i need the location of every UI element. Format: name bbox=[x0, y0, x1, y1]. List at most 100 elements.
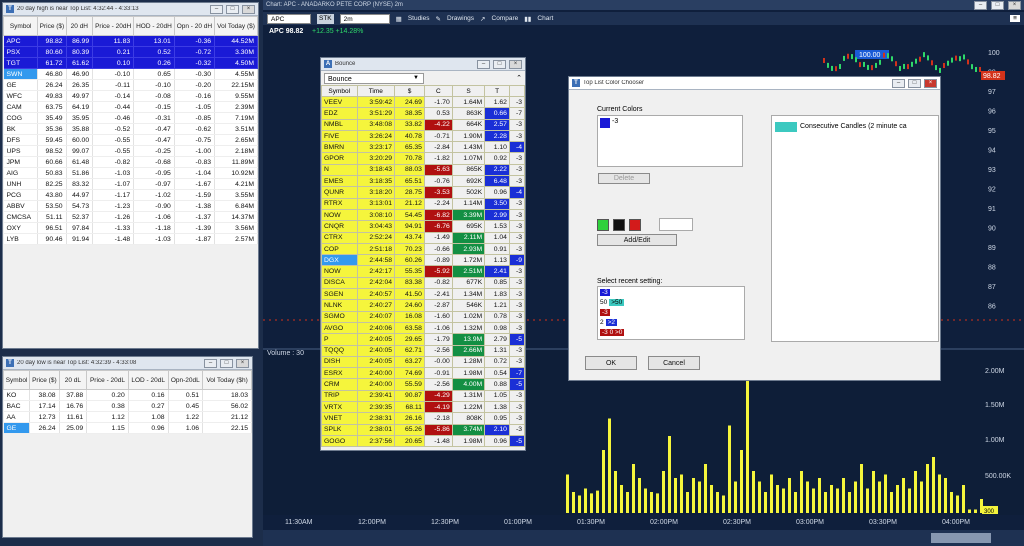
table-row[interactable]: KO 38.08 37.88 0.20 0.16 0.51 18.03 bbox=[3, 389, 252, 401]
table-row[interactable]: NMBL 3:48:08 33.82 -4.22 664K 2.57 -3 bbox=[321, 118, 525, 131]
ok-button[interactable]: OK bbox=[585, 356, 637, 370]
table-row[interactable]: BAC 17.14 16.76 0.38 0.27 0.45 56.02 bbox=[3, 400, 252, 412]
maximize-button[interactable]: □ bbox=[908, 78, 921, 88]
cancel-button[interactable]: Cancel bbox=[648, 356, 700, 370]
table-row[interactable]: LYB 90.46 91.94 -1.48 -1.03 -1.87 2.57M bbox=[3, 233, 258, 245]
table-row[interactable]: FIVE 3:26:24 40.78 -0.71 1.90M 2.28 -3 bbox=[321, 129, 525, 143]
table-row[interactable]: SWN 46.80 46.90 -0.10 0.65 -0.30 4.55M bbox=[3, 68, 258, 80]
table-row[interactable]: P 2:40:05 29.65 -1.79 13.9M 2.79 -5 bbox=[321, 333, 525, 346]
close-button[interactable]: × bbox=[242, 4, 255, 14]
table-row[interactable]: DGX 2:44:58 60.26 -0.89 1.72M 1.13 -9 bbox=[321, 254, 525, 267]
table-row[interactable]: NOW 2:42:17 55.35 -5.92 2.51M 2.41 -3 bbox=[321, 265, 525, 278]
table-row[interactable]: VRTX 2:39:35 68.11 -4.19 1.22M 1.38 -3 bbox=[321, 401, 525, 414]
table-row[interactable]: PSX 80.60 80.39 0.21 0.52 -0.72 3.30M bbox=[3, 46, 258, 58]
delete-button[interactable]: Delete bbox=[598, 173, 650, 184]
bounce-titlebar[interactable]: A Bounce – □ × bbox=[321, 58, 525, 71]
column-header[interactable]: T bbox=[484, 85, 510, 97]
high-list-titlebar[interactable]: T 20 day high is near Top List: 4:32:44 … bbox=[3, 3, 258, 16]
column-header[interactable]: Vol Today ($h) bbox=[202, 370, 252, 390]
table-row[interactable]: CNQR 3:04:43 94.91 -6.76 695K 1.53 -3 bbox=[321, 220, 525, 233]
table-row[interactable]: NOW 3:08:10 54.45 -6.82 3.39M 2.99 -3 bbox=[321, 208, 525, 222]
table-row[interactable]: AA 12.73 11.61 1.12 1.08 1.22 21.12 bbox=[3, 411, 252, 423]
table-row[interactable]: DFS 59.45 60.00 -0.55 -0.47 -0.75 2.65M bbox=[3, 134, 258, 146]
alt-color-swatch[interactable] bbox=[629, 219, 641, 231]
table-row[interactable]: SGEN 2:40:57 41.50 -2.41 1.34M 1.83 -3 bbox=[321, 288, 525, 301]
recent-setting-item[interactable]: 50 >50 bbox=[598, 297, 744, 307]
table-row[interactable]: WFC 49.83 49.97 -0.14 -0.08 -0.16 9.55M bbox=[3, 90, 258, 102]
table-row[interactable]: GOGO 2:37:56 20.65 -1.48 1.98M 0.96 -5 bbox=[321, 434, 525, 448]
table-row[interactable]: BK 35.36 35.88 -0.52 -0.47 -0.62 3.51M bbox=[3, 123, 258, 135]
table-row[interactable]: VNET 2:38:31 26.16 -2.18 808K 0.95 -3 bbox=[321, 412, 525, 425]
recent-setting-item[interactable]: -3 0 >0 bbox=[598, 327, 744, 337]
collapse-icon[interactable]: ⌃ bbox=[516, 74, 522, 82]
recent-settings-list[interactable]: -3 50 >50 -3 2 >2 -3 0 >0 bbox=[597, 286, 745, 340]
bg-color-swatch[interactable] bbox=[613, 219, 625, 231]
table-row[interactable]: CTRX 2:52:24 43.74 -1.49 2.11M 1.04 -3 bbox=[321, 231, 525, 244]
column-header[interactable]: Symbol bbox=[321, 85, 358, 97]
table-row[interactable]: COP 2:51:18 70.23 -0.66 2.93M 0.91 -3 bbox=[321, 242, 525, 256]
table-row[interactable]: DISH 2:40:05 63.27 -0.00 1.28M 0.72 -3 bbox=[321, 355, 525, 369]
table-row[interactable]: DISCA 2:42:04 83.38 -0.82 677K 0.85 -3 bbox=[321, 276, 525, 290]
recent-setting-item[interactable]: -3 bbox=[598, 307, 744, 317]
table-row[interactable]: GPOR 3:20:29 70.78 -1.82 1.07M 0.92 -3 bbox=[321, 152, 525, 165]
minimize-button[interactable]: – bbox=[204, 358, 217, 368]
table-row[interactable]: OXY 96.51 97.84 -1.33 -1.18 -1.39 3.56M bbox=[3, 222, 258, 234]
table-row[interactable]: GE 26.24 26.35 -0.11 -0.10 -0.20 22.15M bbox=[3, 79, 258, 91]
text-color-swatch[interactable] bbox=[597, 219, 609, 231]
column-header[interactable]: Price ($) bbox=[29, 370, 60, 390]
table-row[interactable]: UPS 98.52 99.07 -0.55 -0.25 -1.00 2.18M bbox=[3, 145, 258, 157]
maximize-button[interactable]: □ bbox=[226, 4, 239, 14]
recent-setting-item[interactable]: 2 >2 bbox=[598, 317, 744, 327]
table-row[interactable]: EDZ 3:51:29 38.35 0.53 863K 0.66 -7 bbox=[321, 107, 525, 120]
column-header[interactable]: Opn-20dL bbox=[167, 370, 204, 390]
maximize-button[interactable]: □ bbox=[220, 358, 233, 368]
recent-setting-item[interactable]: -3 bbox=[598, 287, 744, 297]
current-color-swatch[interactable] bbox=[600, 118, 610, 128]
column-header[interactable]: C bbox=[423, 85, 453, 97]
threshold-input[interactable] bbox=[659, 218, 693, 231]
table-row[interactable]: BMRN 3:23:17 65.35 -2.84 1.43M 1.10 -4 bbox=[321, 141, 525, 154]
minimize-button[interactable]: – bbox=[477, 59, 490, 69]
table-row[interactable]: GE 26.24 25.09 1.15 0.96 1.06 22.15 bbox=[3, 422, 252, 434]
table-row[interactable]: TGT 61.72 61.62 0.10 0.26 -0.32 4.50M bbox=[3, 57, 258, 69]
table-row[interactable]: ESRX 2:40:00 74.69 -0.91 1.98M 0.54 -7 bbox=[321, 367, 525, 380]
dialog-titlebar[interactable]: T Top List Color Chooser – □ × bbox=[569, 77, 940, 90]
column-header[interactable]: Time bbox=[356, 85, 396, 97]
table-row[interactable]: TQQQ 2:40:05 62.71 -2.56 2.66M 1.31 -3 bbox=[321, 344, 525, 357]
column-header[interactable] bbox=[508, 85, 525, 97]
table-row[interactable]: CMCSA 51.11 52.37 -1.26 -1.06 -1.37 14.37M bbox=[3, 211, 258, 223]
column-header[interactable]: Symbol bbox=[3, 16, 39, 36]
table-row[interactable]: COG 35.49 35.95 -0.46 -0.31 -0.85 7.19M bbox=[3, 112, 258, 124]
table-row[interactable]: SGMO 2:40:07 16.08 -1.60 1.02M 0.78 -3 bbox=[321, 310, 525, 323]
column-header[interactable]: Opn - 20 dH bbox=[173, 16, 216, 36]
column-header[interactable]: LOD - 20dL bbox=[127, 370, 169, 390]
current-colors-list[interactable]: -3 bbox=[597, 115, 743, 167]
table-row[interactable]: SPLK 2:38:01 65.26 -5.86 3.74M 2.10 -3 bbox=[321, 423, 525, 436]
close-button[interactable]: × bbox=[236, 358, 249, 368]
close-button[interactable]: × bbox=[509, 59, 522, 69]
table-row[interactable]: QUNR 3:18:20 28.75 -3.53 502K 0.96 -4 bbox=[321, 186, 525, 199]
minimize-button[interactable]: – bbox=[892, 78, 905, 88]
table-row[interactable]: CRM 2:40:00 55.59 -2.56 4.00M 0.88 -5 bbox=[321, 378, 525, 391]
table-row[interactable]: CAM 63.75 64.19 -0.44 -0.15 -1.05 2.39M bbox=[3, 101, 258, 113]
table-row[interactable]: N 3:18:43 88.03 -5.63 865K 2.22 -3 bbox=[321, 163, 525, 177]
column-header[interactable]: $ bbox=[394, 85, 425, 97]
table-row[interactable]: APC 98.82 86.99 11.83 13.01 -0.36 44.52M bbox=[3, 35, 258, 47]
column-header[interactable]: 20 dL bbox=[58, 370, 88, 390]
strategy-select[interactable]: Bounce bbox=[324, 72, 424, 84]
column-header[interactable]: Price ($) bbox=[37, 16, 67, 36]
low-list-titlebar[interactable]: T 20 day low is near Top List: 4:32:39 -… bbox=[3, 357, 252, 370]
column-header[interactable]: 20 dH bbox=[65, 16, 94, 36]
column-header[interactable]: Vol Today ($) bbox=[214, 16, 258, 36]
column-header[interactable]: Price - 20dH bbox=[92, 16, 135, 36]
table-row[interactable]: PCG 43.80 44.97 -1.17 -1.02 -1.59 3.55M bbox=[3, 189, 258, 201]
add-edit-button[interactable]: Add/Edit bbox=[597, 234, 677, 246]
column-header[interactable]: Price - 20dL bbox=[86, 370, 129, 390]
table-row[interactable]: TRIP 2:39:41 90.87 -4.29 1.31M 1.05 -3 bbox=[321, 389, 525, 403]
table-row[interactable]: VEEV 3:59:42 24.69 -1.70 1.64M 1.62 -3 bbox=[321, 95, 525, 109]
minimize-button[interactable]: – bbox=[210, 4, 223, 14]
table-row[interactable]: AIG 50.83 51.86 -1.03 -0.95 -1.04 10.92M bbox=[3, 167, 258, 179]
table-row[interactable]: UNH 82.25 83.32 -1.07 -0.97 -1.67 4.21M bbox=[3, 178, 258, 190]
table-row[interactable]: JPM 60.66 61.48 -0.82 -0.68 -0.83 11.89M bbox=[3, 156, 258, 168]
table-row[interactable]: RTRX 3:13:01 21.12 -2.24 1.14M 3.50 -3 bbox=[321, 197, 525, 210]
